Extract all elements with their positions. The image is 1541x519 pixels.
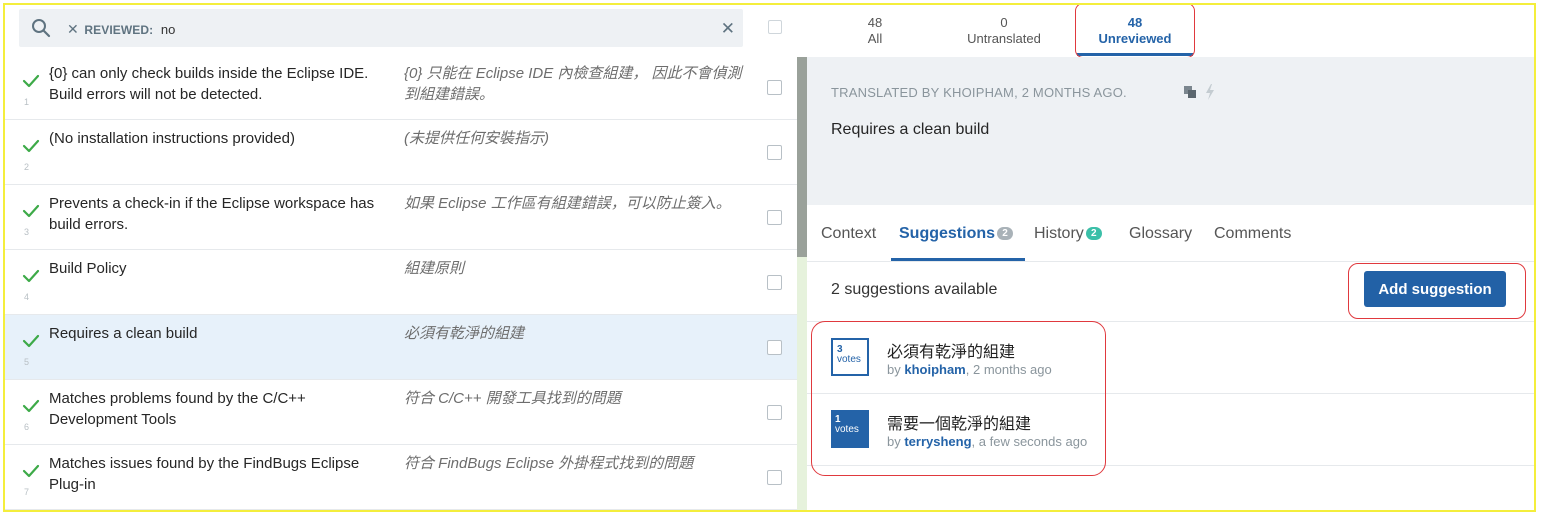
translated-by-info: TRANSLATED BY KHOIPHAM, 2 MONTHS AGO. <box>831 85 1127 100</box>
source-text: Prevents a check-in if the Eclipse works… <box>49 195 375 233</box>
approved-check-icon <box>22 74 40 88</box>
select-all-checkbox[interactable] <box>768 20 782 34</box>
target-text: 組建原則 <box>404 260 465 277</box>
tab-suggestions[interactable]: Suggestions 2 <box>899 225 1014 243</box>
string-row[interactable]: 3 Prevents a check-in if the Eclipse work… <box>5 185 797 250</box>
annotation-circle <box>1075 5 1195 58</box>
source-text: {0} can only check builds inside the Ecl… <box>49 65 369 103</box>
stat-untranslated-label: Untranslated <box>967 31 1041 46</box>
stat-untranslated[interactable]: 0 Untranslated <box>957 15 1051 47</box>
target-text: 必須有乾淨的組建 <box>404 325 525 342</box>
row-number: 6 <box>24 422 30 432</box>
row-checkbox[interactable] <box>767 470 782 485</box>
source-text: Matches problems found by the C/C++ Deve… <box>49 390 306 428</box>
row-number: 5 <box>24 357 30 367</box>
string-list-panel: ✕ REVIEWED: no ✕ 1 {0} can only check bui… <box>5 5 797 510</box>
annotation-circle <box>1348 263 1526 319</box>
search-bar[interactable]: ✕ REVIEWED: no ✕ <box>19 9 743 47</box>
filter-stats: 48 All 0 Untranslated 48 Unreviewed <box>807 5 1534 58</box>
filter-tag[interactable]: ✕ REVIEWED: no <box>67 21 175 38</box>
current-translation: Requires a clean build <box>831 121 990 138</box>
source-text: Build Policy <box>49 260 127 277</box>
tab-glossary-label: Glossary <box>1129 225 1193 242</box>
target-text: 如果 Eclipse 工作區有組建錯誤，可以防止簽入。 <box>404 195 731 212</box>
string-row[interactable]: 6 Matches problems found by the C/C++ Dev… <box>5 380 797 445</box>
suggestions-count: 2 suggestions available <box>831 281 998 298</box>
approved-check-icon <box>22 139 40 153</box>
approved-check-icon <box>22 399 40 413</box>
string-row[interactable]: 2 (No installation instructions provided)… <box>5 120 797 185</box>
row-checkbox[interactable] <box>767 275 782 290</box>
tab-comments-label: Comments <box>1214 225 1292 242</box>
annotation-circle <box>811 321 1106 476</box>
target-text: 符合 FindBugs Eclipse 外掛程式找到的問題 <box>404 455 694 472</box>
target-text: {0} 只能在 Eclipse IDE 內檢查組建， 因此不會偵測到組建錯誤。 <box>404 65 742 103</box>
tab-history[interactable]: History 2 <box>1034 225 1102 243</box>
row-number: 3 <box>24 227 30 237</box>
remove-filter-icon[interactable]: ✕ <box>67 21 79 37</box>
row-checkbox[interactable] <box>767 405 782 420</box>
row-number: 2 <box>24 162 30 172</box>
copy-icon[interactable] <box>1183 85 1197 99</box>
bolt-icon[interactable] <box>1205 84 1215 100</box>
clear-search-icon[interactable]: ✕ <box>721 19 735 39</box>
approved-check-icon <box>22 269 40 283</box>
suggestions-header: 2 suggestions available Add suggestion <box>807 261 1534 322</box>
stat-all-count: 48 <box>867 15 883 30</box>
detail-tabs: Context Suggestions 2 History 2 Glossary C… <box>807 205 1534 262</box>
string-row[interactable]: 5 Requires a clean build 必須有乾淨的組建 <box>5 315 797 380</box>
row-checkbox[interactable] <box>767 210 782 225</box>
string-row[interactable]: 4 Build Policy 組建原則 <box>5 250 797 315</box>
approved-check-icon <box>22 334 40 348</box>
approved-check-icon <box>22 204 40 218</box>
target-text: 符合 C/C++ 開發工具找到的問題 <box>404 390 621 407</box>
translation-detail: TRANSLATED BY KHOIPHAM, 2 MONTHS AGO. Re… <box>807 57 1534 205</box>
row-checkbox[interactable] <box>767 340 782 355</box>
tab-context[interactable]: Context <box>821 225 876 243</box>
filter-key: REVIEWED: <box>84 23 154 37</box>
suggestions-count-badge: 2 <box>997 227 1014 240</box>
string-list: 1 {0} can only check builds inside the Ec… <box>5 55 797 510</box>
string-row[interactable]: 7 Matches issues found by the FindBugs Ec… <box>5 445 797 510</box>
history-count-badge: 2 <box>1085 227 1102 240</box>
stat-all[interactable]: 48 All <box>855 15 895 47</box>
source-text: (No installation instructions provided) <box>49 130 295 147</box>
tab-suggestions-label: Suggestions <box>899 225 996 242</box>
row-checkbox[interactable] <box>767 145 782 160</box>
stat-all-label: All <box>867 31 883 46</box>
tab-context-label: Context <box>821 225 877 242</box>
tab-glossary[interactable]: Glossary <box>1129 225 1192 243</box>
filter-value: no <box>160 22 176 37</box>
tab-history-label: History <box>1034 225 1084 242</box>
target-text: (未提供任何安裝指示) <box>404 130 549 147</box>
editor-frame: ✕ REVIEWED: no ✕ 1 {0} can only check bui… <box>3 3 1536 512</box>
stat-untranslated-count: 0 <box>1000 15 1008 30</box>
approved-check-icon <box>22 464 40 478</box>
string-row[interactable]: 1 {0} can only check builds inside the Ec… <box>5 55 797 120</box>
row-number: 1 <box>24 97 30 107</box>
row-number: 7 <box>24 487 30 497</box>
row-number: 4 <box>24 292 30 302</box>
detail-panel: 48 All 0 Untranslated 48 Unreviewed TRAN… <box>807 5 1534 510</box>
row-checkbox[interactable] <box>767 80 782 95</box>
source-text: Matches issues found by the FindBugs Ecl… <box>49 455 360 493</box>
search-icon[interactable] <box>31 18 51 38</box>
tab-comments[interactable]: Comments <box>1214 225 1291 243</box>
scrollbar-thumb[interactable] <box>797 57 807 257</box>
source-text: Requires a clean build <box>49 325 198 342</box>
